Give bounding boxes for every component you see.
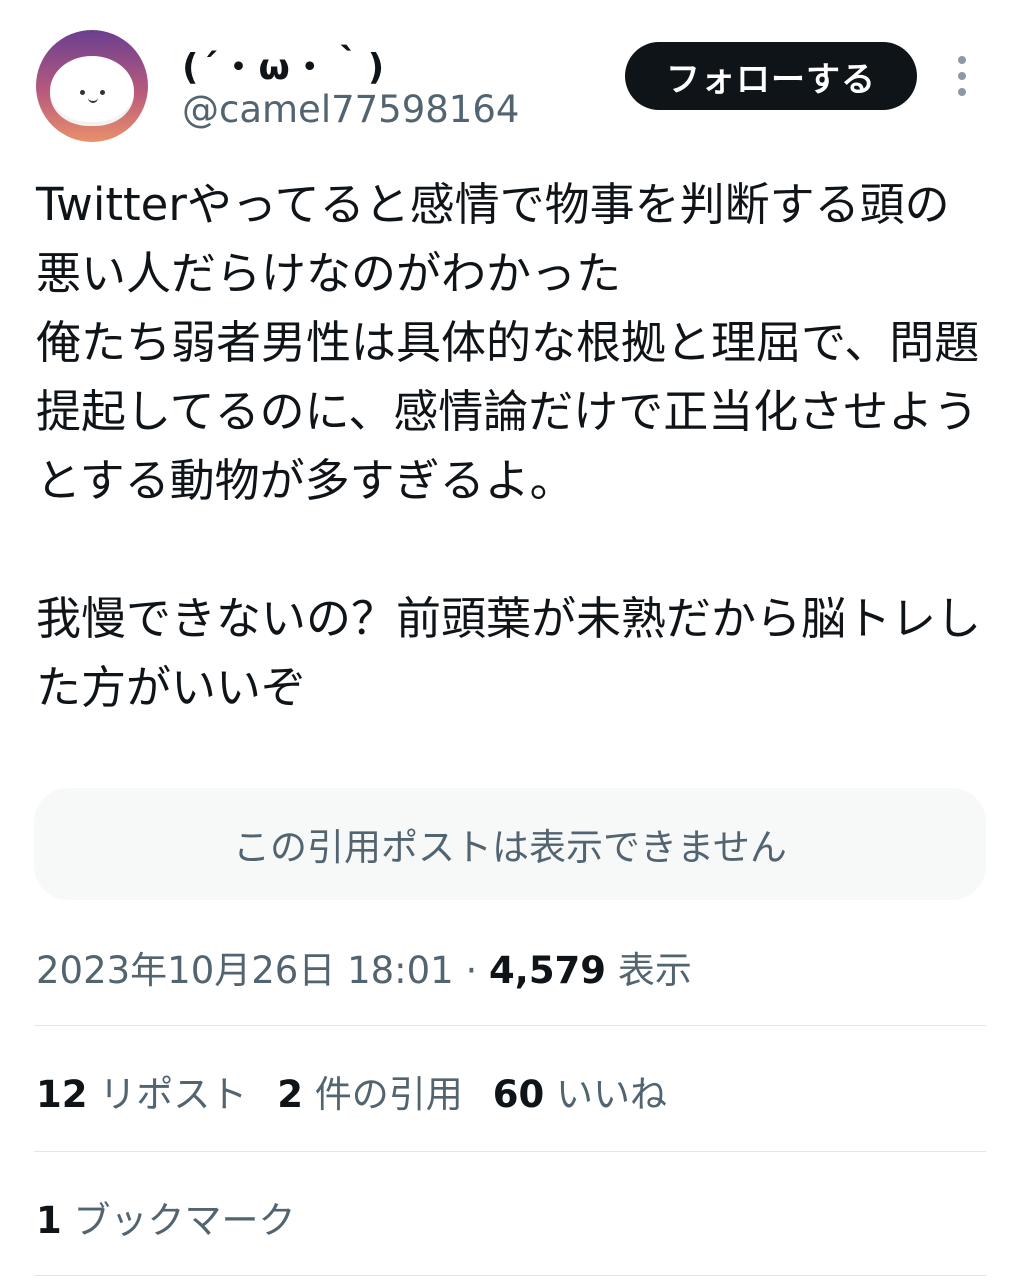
likes-count: 60	[492, 1073, 545, 1116]
reposts-count: 12	[36, 1073, 88, 1116]
bookmarks-count: 1	[36, 1199, 62, 1242]
quotes-label: 件の引用	[314, 1073, 463, 1116]
divider	[34, 1025, 986, 1026]
tweet-meta: 2023年10月26日 18:01 · 4,579 表示	[36, 940, 692, 994]
tweet-text: Twitterやってると感情で物事を判断する頭の悪い人だらけなのがわかった 俺た…	[36, 178, 982, 714]
engagement-stats: 12 リポスト 2 件の引用 60 いいね	[36, 1064, 667, 1118]
more-vertical-icon[interactable]	[948, 56, 976, 96]
bookmarks-label: ブックマーク	[73, 1199, 296, 1242]
quotes-link[interactable]: 2 件の引用	[277, 1073, 463, 1116]
quote-unavailable-box: この引用ポストは表示できません	[34, 788, 986, 900]
bookmarks-link[interactable]: 1 ブックマーク	[36, 1190, 296, 1244]
avatar-eye-right	[100, 90, 105, 95]
likes-label: いいね	[556, 1073, 668, 1116]
views-label: 表示	[617, 949, 692, 992]
divider	[34, 1275, 986, 1276]
more-dot	[958, 72, 966, 80]
quotes-count: 2	[277, 1073, 304, 1116]
avatar-mochi-icon	[50, 56, 134, 126]
follow-button[interactable]: フォローする	[625, 42, 917, 110]
avatar-mouth	[88, 96, 98, 103]
likes-link[interactable]: 60 いいね	[493, 1073, 667, 1116]
reposts-label: リポスト	[99, 1073, 248, 1116]
views-count: 4,579	[489, 949, 607, 992]
avatar[interactable]	[36, 30, 148, 142]
tweet-header: (´・ω・｀) @camel77598164 フォローする	[0, 0, 1019, 160]
timestamp[interactable]: 2023年10月26日 18:01	[36, 949, 454, 992]
reposts-link[interactable]: 12 リポスト	[36, 1073, 247, 1116]
author-display-name[interactable]: (´・ω・｀)	[182, 38, 386, 90]
author-handle[interactable]: @camel77598164	[182, 88, 519, 131]
avatar-eye-left	[80, 90, 85, 95]
more-dot	[958, 88, 966, 96]
meta-separator: ·	[453, 949, 490, 992]
divider	[34, 1151, 986, 1152]
more-dot	[958, 56, 966, 64]
quote-unavailable-text: この引用ポストは表示できません	[233, 826, 787, 869]
